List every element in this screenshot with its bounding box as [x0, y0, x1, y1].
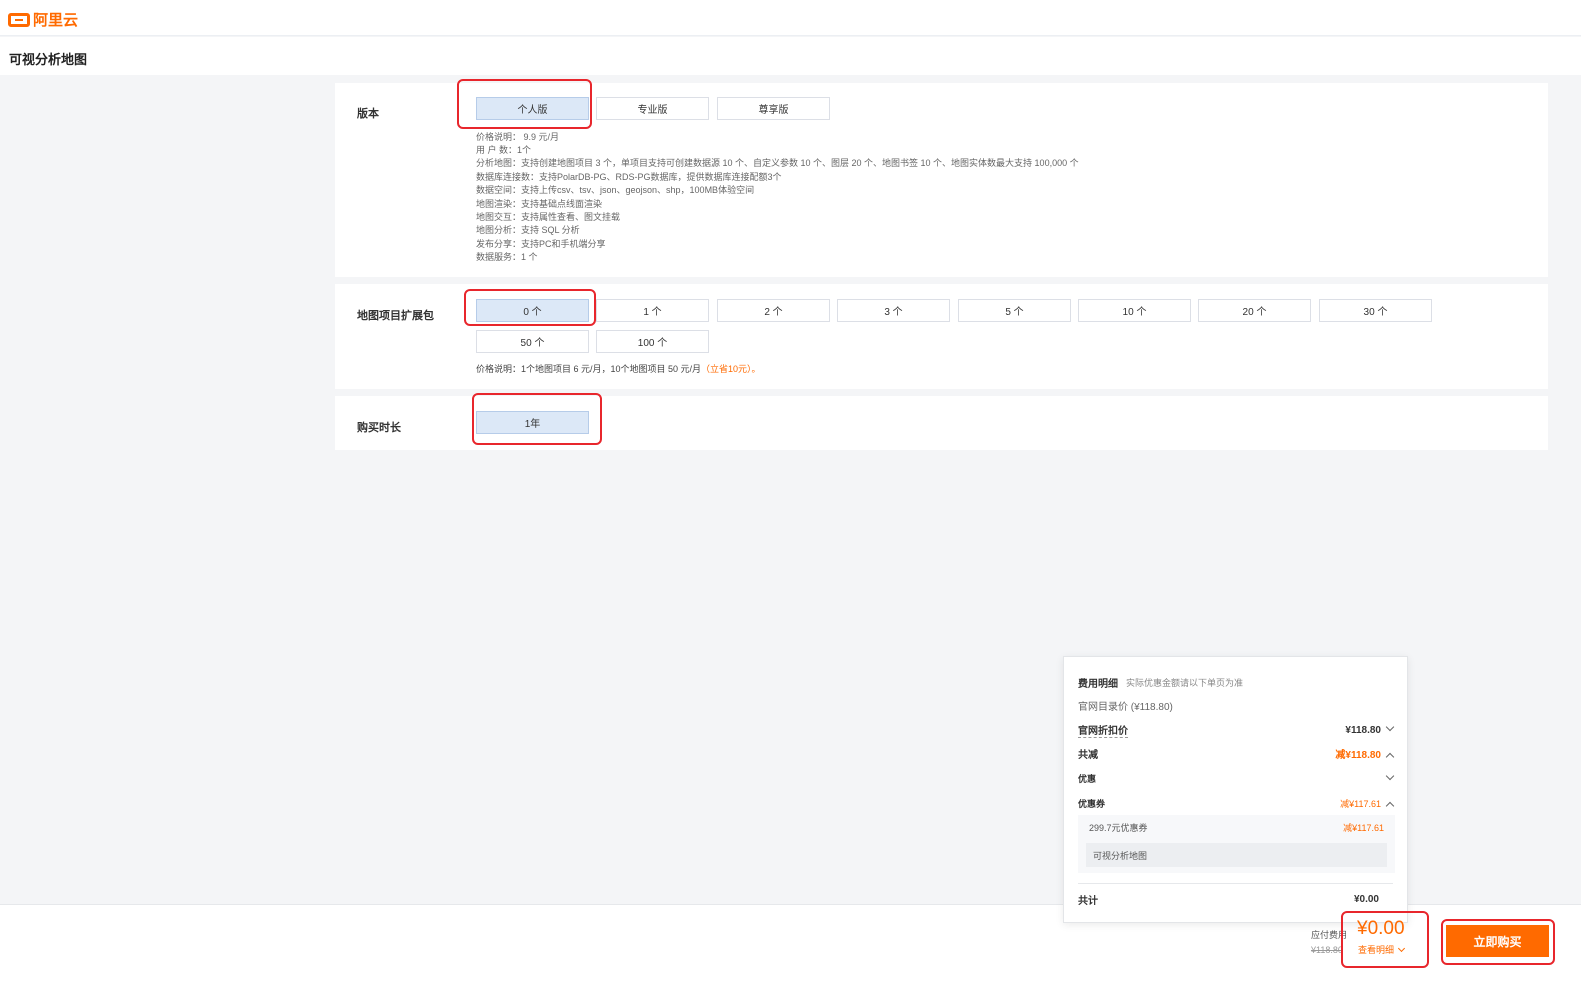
list-price-row: 官网目录价 (¥118.80): [1078, 698, 1393, 713]
chevron-down-icon: [1385, 722, 1395, 732]
version-detail-line: 数据服务：1 个: [476, 252, 538, 262]
expansion-option-2[interactable]: 2 个: [717, 299, 830, 322]
version-detail-line: 地图交互：支持属性查看、图文挂载: [476, 212, 621, 222]
coupon-detail-box: 299.7元优惠券 减¥117.61 可视分析地图: [1078, 815, 1395, 873]
fee-header: 费用明细 实际优惠金额请以下单页为准: [1078, 675, 1393, 690]
duration-label: 购买时长: [357, 422, 401, 434]
expansion-option-10[interactable]: 10 个: [1078, 299, 1191, 322]
expansion-section: 地图项目扩展包 0 个 1 个 2 个 3 个 5 个 10 个 20 个 30…: [335, 284, 1548, 389]
promo-row[interactable]: 优惠: [1078, 771, 1395, 785]
fee-subtitle: 实际优惠金额请以下单页为准: [1126, 678, 1244, 688]
version-option-personal[interactable]: 个人版: [476, 97, 589, 120]
top-bar: 阿里云: [0, 0, 1581, 36]
expansion-option-1[interactable]: 1 个: [596, 299, 709, 322]
list-price: 官网目录价 (¥118.80): [1078, 702, 1173, 713]
duration-section: 购买时长 1年: [335, 396, 1548, 450]
version-detail-line: 发布分享：支持PC和手机端分享: [476, 239, 606, 249]
expansion-option-50[interactable]: 50 个: [476, 330, 589, 353]
chevron-up-icon: [1385, 752, 1395, 762]
chevron-up-icon: [1385, 801, 1395, 811]
brand-name: 阿里云: [33, 12, 79, 29]
chevron-down-icon: [1385, 771, 1395, 780]
expansion-label: 地图项目扩展包: [357, 310, 434, 322]
version-option-professional[interactable]: 专业版: [596, 97, 709, 120]
fee-title: 费用明细: [1078, 679, 1118, 690]
payable-label: 应付费用: [1311, 930, 1348, 940]
expansion-price-note: 价格说明：1个地图项目 6 元/月，10个地图项目 50 元/月（立省10元）。: [476, 364, 761, 374]
aliyun-logo-icon: [8, 12, 30, 27]
coupon-item: 299.7元优惠券 减¥117.61: [1089, 823, 1384, 833]
buy-now-button[interactable]: 立即购买: [1446, 925, 1549, 957]
version-label: 版本: [357, 108, 379, 120]
expansion-option-0[interactable]: 0 个: [476, 299, 589, 322]
payable-price: ¥0.00: [1357, 918, 1405, 939]
version-detail-line: 地图渲染：支持基础点线面渲染: [476, 199, 603, 209]
version-detail-line: 地图分析：支持 SQL 分析: [476, 225, 580, 235]
coupon-row[interactable]: 优惠券 减¥117.61: [1078, 797, 1395, 811]
version-detail-line: 分析地图：支持创建地图项目 3 个，单项目支持可创建数据源 10 个、自定义参数…: [476, 158, 1079, 168]
brand-logo[interactable]: 阿里云: [8, 9, 78, 30]
version-section: 版本 个人版 专业版 尊享版 价格说明： 9.9 元/月 用 户 数：1个 分析…: [335, 83, 1548, 277]
duration-option-1year[interactable]: 1年: [476, 411, 589, 434]
version-detail-line: 价格说明： 9.9 元/月: [476, 132, 560, 142]
expansion-option-20[interactable]: 20 个: [1198, 299, 1311, 322]
coupon-product: 可视分析地图: [1086, 843, 1387, 867]
title-bar: 可视分析地图: [0, 37, 1581, 75]
version-detail-line: 用 户 数：1个: [476, 145, 532, 155]
expansion-option-30[interactable]: 30 个: [1319, 299, 1432, 322]
expansion-option-5[interactable]: 5 个: [958, 299, 1071, 322]
discount-price-row[interactable]: 官网折扣价 ¥118.80: [1078, 722, 1395, 738]
version-detail-line: 数据库连接数：支持PolarDB-PG、RDS-PG数据库，提供数据库连接配额3…: [476, 172, 782, 182]
version-detail-line: 数据空间：支持上传csv、tsv、json、geojson、shp，100MB体…: [476, 185, 755, 195]
expansion-option-3[interactable]: 3 个: [837, 299, 950, 322]
sum-row: 共计 ¥0.00: [1078, 894, 1379, 907]
expansion-option-100[interactable]: 100 个: [596, 330, 709, 353]
divider: [1078, 883, 1393, 884]
view-detail-link[interactable]: 查看明细: [1358, 943, 1406, 956]
total-reduction-row[interactable]: 共减 减¥118.80: [1078, 746, 1395, 762]
original-price: ¥118.80: [1311, 945, 1343, 955]
fee-detail-panel: 费用明细 实际优惠金额请以下单页为准 官网目录价 (¥118.80) 官网折扣价…: [1063, 656, 1408, 923]
page-title: 可视分析地图: [9, 52, 88, 67]
version-option-premium[interactable]: 尊享版: [717, 97, 830, 120]
chevron-down-icon: [1397, 944, 1406, 952]
